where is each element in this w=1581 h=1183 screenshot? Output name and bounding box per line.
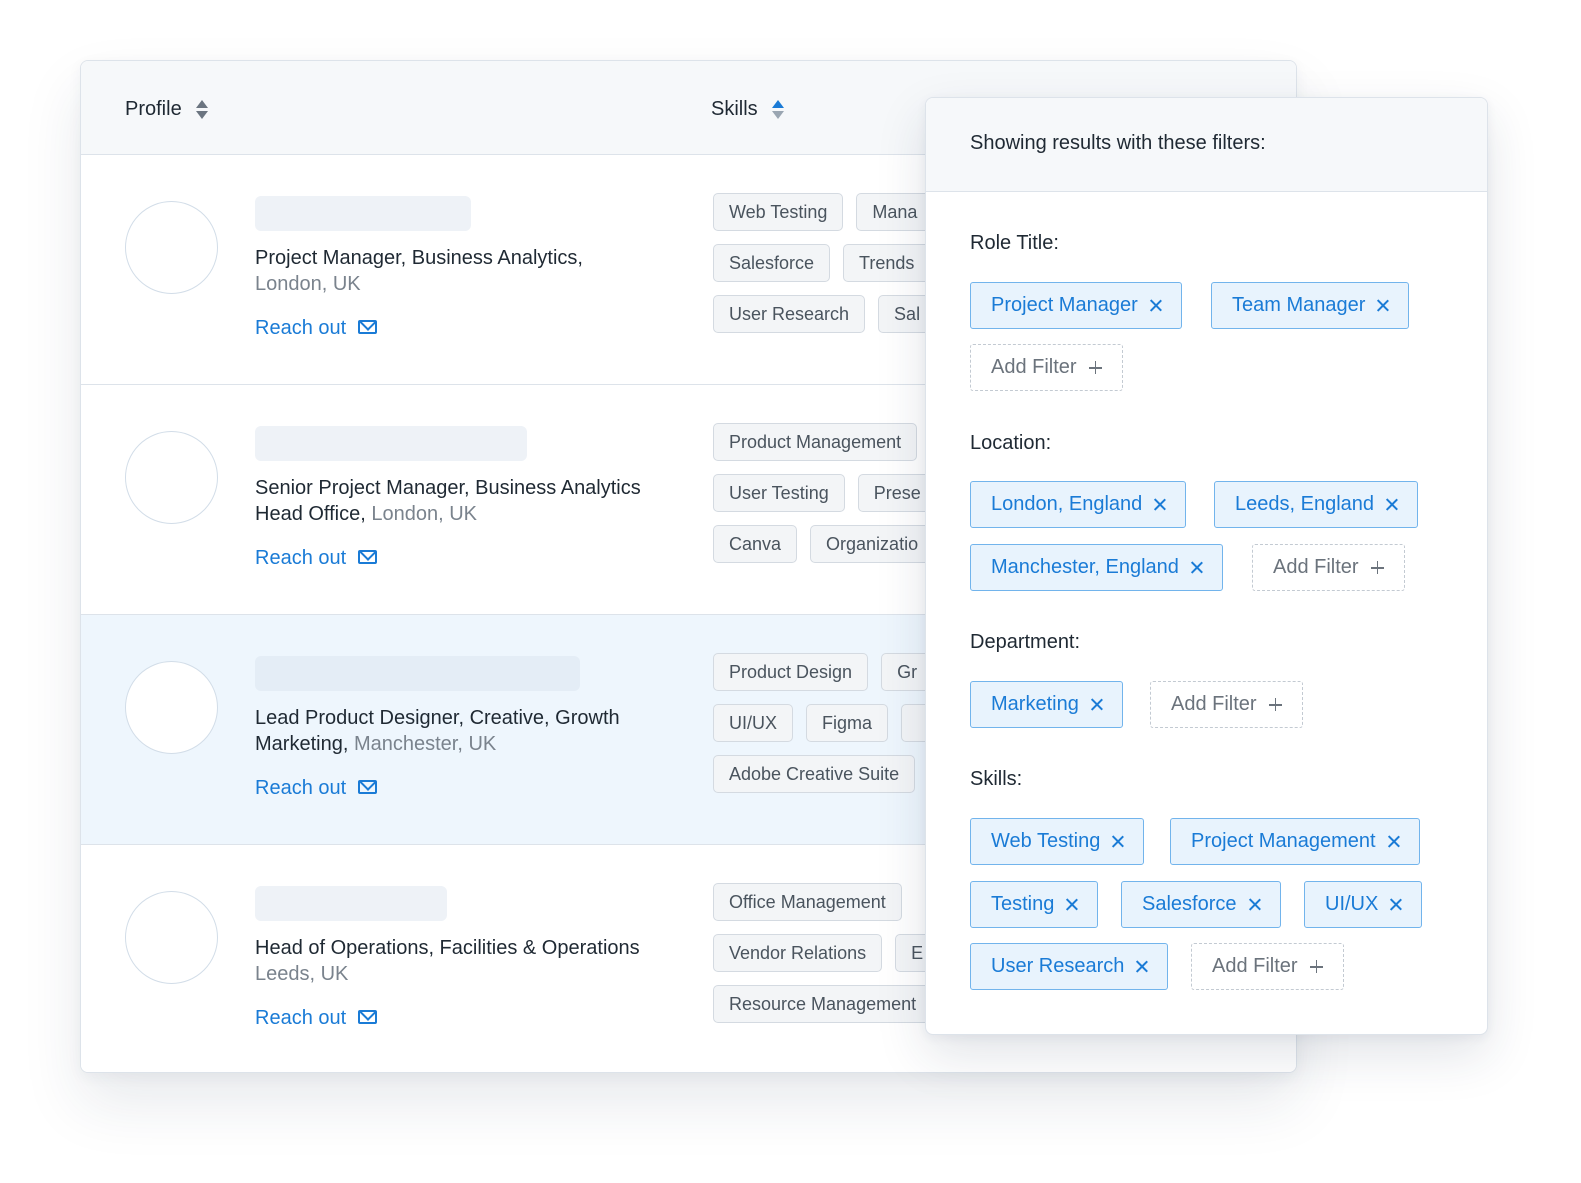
filter-panel-title: Showing results with these filters:	[926, 98, 1487, 192]
profile-role: Project Manager, Business Analytics, Lon…	[255, 247, 583, 295]
mail-icon	[358, 779, 378, 794]
filter-chip-leeds[interactable]: Leeds, England	[1214, 481, 1419, 528]
name-placeholder	[255, 426, 527, 461]
close-icon[interactable]	[1386, 499, 1397, 510]
profile-location: Manchester, UK	[353, 733, 497, 755]
skill-chip[interactable]: Web Testing	[713, 193, 844, 231]
filter-chip-ui-ux[interactable]: UI/UX	[1304, 881, 1423, 928]
mail-icon	[358, 319, 378, 334]
close-icon[interactable]	[1191, 562, 1202, 573]
close-icon[interactable]	[1249, 899, 1260, 910]
profile-location: London, UK	[255, 273, 361, 295]
filter-chip-team-manager[interactable]: Team Manager	[1211, 282, 1410, 329]
profile-location: London, UK	[371, 503, 478, 525]
skill-chip[interactable]: Product Management	[713, 423, 918, 461]
skill-chip[interactable]: Office Management	[713, 883, 902, 921]
department-label: Department:	[970, 631, 1081, 653]
skills-column-label: Skills	[711, 97, 758, 120]
filter-panel: Showing results with these filters: Role…	[925, 97, 1488, 1035]
reach-out-link[interactable]: Reach out	[255, 777, 378, 800]
add-skills-filter-button[interactable]: Add Filter	[1191, 943, 1344, 990]
filter-chip-web-testing[interactable]: Web Testing	[970, 818, 1145, 865]
skill-chip[interactable]: Vendor Relations	[713, 934, 883, 972]
skill-chip[interactable]: Organizatio	[810, 525, 935, 563]
sort-ascending-icon[interactable]	[771, 99, 784, 119]
close-icon[interactable]	[1388, 836, 1399, 847]
reach-out-link[interactable]: Reach out	[255, 1007, 378, 1030]
skill-chip[interactable]: Mana	[856, 193, 934, 231]
skill-chip[interactable]: Resource Management	[713, 985, 933, 1023]
reach-out-link[interactable]: Reach out	[255, 317, 378, 340]
mail-icon	[358, 549, 378, 564]
skill-chip[interactable]: Salesforce	[713, 244, 831, 282]
name-placeholder	[255, 656, 580, 691]
plus-icon	[1370, 561, 1384, 574]
skills-label: Skills:	[970, 768, 1023, 790]
filter-chip-manchester[interactable]: Manchester, England	[970, 544, 1223, 591]
filter-chip-project-manager[interactable]: Project Manager	[970, 282, 1182, 329]
skill-chip[interactable]: Canva	[713, 525, 798, 563]
filter-chip-project-management[interactable]: Project Management	[1170, 818, 1420, 865]
skill-chip[interactable]: Adobe Creative Suite	[713, 755, 916, 793]
name-placeholder	[255, 886, 447, 921]
close-icon[interactable]	[1136, 961, 1147, 972]
filter-chip-london[interactable]: London, England	[970, 481, 1187, 528]
avatar	[125, 661, 218, 754]
close-icon[interactable]	[1112, 836, 1123, 847]
skill-chip[interactable]: Product Design	[713, 653, 869, 691]
role-title-label: Role Title:	[970, 232, 1059, 254]
close-icon[interactable]	[1091, 699, 1102, 710]
profile-role: Lead Product Designer, Creative, Growth …	[255, 707, 620, 755]
avatar	[125, 201, 218, 294]
close-icon[interactable]	[1150, 300, 1161, 311]
add-department-filter-button[interactable]: Add Filter	[1150, 681, 1303, 728]
plus-icon	[1268, 698, 1282, 711]
skill-chip[interactable]: Figma	[806, 704, 889, 742]
filter-chip-marketing[interactable]: Marketing	[970, 681, 1123, 728]
sort-icon[interactable]	[195, 99, 208, 119]
plus-icon	[1309, 960, 1323, 973]
profile-column-label: Profile	[125, 97, 182, 120]
skills-column-header[interactable]: Skills	[711, 95, 784, 123]
skill-chip[interactable]: Trends	[843, 244, 931, 282]
add-location-filter-button[interactable]: Add Filter	[1252, 544, 1405, 591]
location-label: Location:	[970, 432, 1052, 454]
mail-icon	[358, 1009, 378, 1024]
close-icon[interactable]	[1377, 300, 1388, 311]
skill-chip[interactable]: User Testing	[713, 474, 845, 512]
skill-chip[interactable]: User Research	[713, 295, 866, 333]
profile-role: Senior Project Manager, Business Analyti…	[255, 477, 641, 525]
filter-chip-user-research[interactable]: User Research	[970, 943, 1169, 990]
name-placeholder	[255, 196, 471, 231]
avatar	[125, 891, 218, 984]
close-icon[interactable]	[1390, 899, 1401, 910]
profile-role: Head of Operations, Facilities & Operati…	[255, 937, 640, 985]
close-icon[interactable]	[1154, 499, 1165, 510]
avatar	[125, 431, 218, 524]
filter-chip-testing[interactable]: Testing	[970, 881, 1099, 928]
close-icon[interactable]	[1066, 899, 1077, 910]
add-role-filter-button[interactable]: Add Filter	[970, 344, 1123, 391]
profile-column-header[interactable]: Profile	[125, 95, 208, 123]
skill-chip[interactable]: UI/UX	[713, 704, 794, 742]
profile-location: Leeds, UK	[255, 963, 349, 985]
plus-icon	[1088, 361, 1102, 374]
reach-out-link[interactable]: Reach out	[255, 547, 378, 570]
filter-chip-salesforce[interactable]: Salesforce	[1121, 881, 1281, 928]
